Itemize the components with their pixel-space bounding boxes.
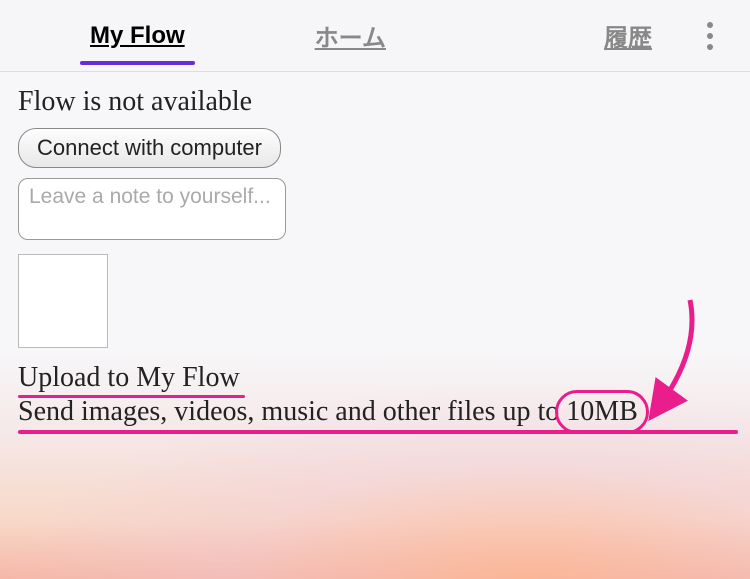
tab-my-flow[interactable]: My Flow: [80, 22, 195, 50]
upload-desc-prefix: Send images, videos, music and other fil…: [18, 396, 566, 427]
upload-description-wrap: Send images, videos, music and other fil…: [18, 396, 638, 428]
note-input[interactable]: [18, 178, 286, 240]
main-content: Flow is not available Connect with compu…: [0, 72, 750, 442]
upload-dropzone[interactable]: [18, 254, 108, 348]
tab-home[interactable]: ホーム: [305, 18, 396, 53]
tab-history[interactable]: 履歴: [594, 18, 662, 53]
tab-active-indicator: [80, 61, 195, 65]
connect-button[interactable]: Connect with computer: [18, 128, 281, 168]
upload-description: Send images, videos, music and other fil…: [18, 396, 638, 427]
tab-label: 履歴: [604, 25, 652, 52]
tab-label: My Flow: [90, 22, 185, 49]
kebab-menu-icon[interactable]: [690, 16, 730, 56]
upload-size-limit: 10MB: [566, 396, 638, 427]
tab-label: ホーム: [315, 25, 386, 52]
tab-bar: My Flow ホーム 履歴: [0, 0, 750, 72]
upload-title: Upload to My Flow: [18, 362, 240, 394]
upload-title-text: Upload to My Flow: [18, 362, 240, 393]
status-title: Flow is not available: [18, 86, 732, 118]
annotation-underline-long: [18, 430, 738, 434]
